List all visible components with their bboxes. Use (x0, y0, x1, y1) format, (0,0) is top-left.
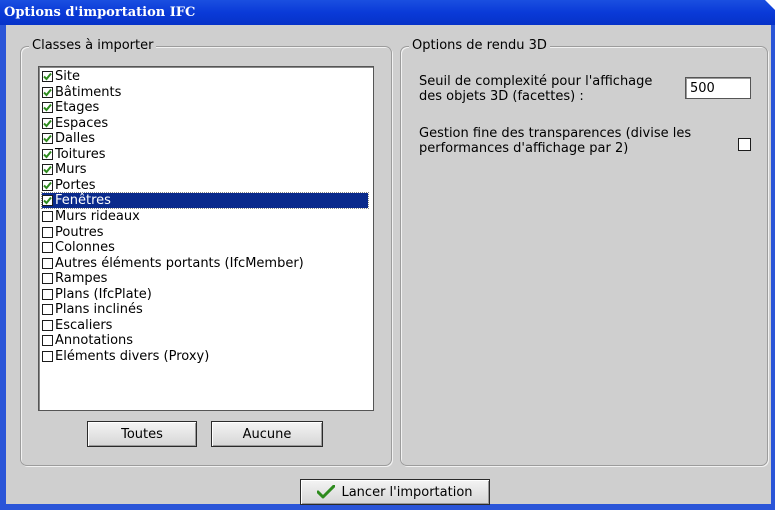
class-item-17[interactable]: Escaliers (42, 318, 368, 333)
class-item-label: Plans (IfcPlate) (55, 286, 152, 302)
class-checkbox[interactable] (42, 71, 53, 82)
checkmark-icon (43, 150, 52, 159)
checkmark-icon (43, 135, 52, 143)
select-all-label: Toutes (121, 426, 163, 442)
checkmark-icon (43, 119, 52, 128)
class-checkbox[interactable] (42, 86, 53, 98)
class-checkbox[interactable] (42, 288, 53, 300)
class-item-1[interactable]: Site (42, 69, 368, 84)
class-checkbox[interactable] (42, 226, 53, 238)
class-item-label: Rampes (55, 271, 108, 287)
class-item-label: Portes (55, 177, 96, 193)
class-item-8[interactable]: Portes (42, 178, 368, 193)
class-item-14[interactable]: Rampes (42, 271, 368, 286)
render-options-groupbox: Options de rendu 3D Seuil de complexité … (400, 38, 768, 466)
class-item-9[interactable]: Fenêtres (41, 192, 369, 210)
select-all-button[interactable]: Toutes (87, 421, 197, 447)
classes-groupbox: Classes à importer Site Bâtiments Etages Es… (20, 38, 392, 466)
checkmark-icon (317, 485, 336, 499)
class-checkbox[interactable] (42, 273, 53, 285)
class-item-label: Colonnes (55, 240, 115, 256)
class-item-6[interactable]: Toitures (42, 147, 368, 162)
transparency-checkbox[interactable] (738, 138, 751, 151)
checkmark-icon (43, 103, 52, 112)
select-none-button[interactable]: Aucune (211, 421, 323, 447)
threshold-input[interactable] (685, 77, 751, 99)
class-item-label: Murs rideaux (55, 208, 140, 224)
class-item-16[interactable]: Plans inclinés (42, 302, 368, 317)
class-checkbox[interactable] (42, 148, 53, 160)
launch-import-label: Lancer l'importation (341, 484, 473, 500)
class-checkbox[interactable] (42, 304, 53, 316)
class-item-12[interactable]: Colonnes (42, 240, 368, 255)
checkmark-icon (43, 181, 52, 190)
class-checkbox[interactable] (42, 117, 53, 129)
window-border-right (771, 25, 775, 510)
class-item-10[interactable]: Murs rideaux (42, 209, 368, 224)
class-item-2[interactable]: Bâtiments (42, 85, 368, 100)
title-corner (765, 0, 775, 10)
class-item-15[interactable]: Plans (IfcPlate) (42, 287, 368, 302)
class-checkbox[interactable] (42, 257, 53, 269)
checkmark-icon (43, 88, 52, 97)
class-item-18[interactable]: Annotations (42, 333, 368, 348)
class-checkbox[interactable] (42, 210, 53, 222)
class-checkbox[interactable] (42, 335, 53, 347)
class-item-label: Bâtiments (55, 84, 122, 100)
classes-group-title: Classes à importer (29, 38, 157, 53)
checkmark-icon (43, 197, 52, 205)
window-title: Options d'importation IFC (4, 5, 196, 20)
classes-listbox[interactable]: Site Bâtiments Etages Espaces Dalles Toitures… (38, 66, 374, 411)
class-item-label: Dalles (55, 131, 95, 147)
class-checkbox[interactable] (42, 102, 53, 114)
class-item-label: Autres éléments portants (IfcMember) (55, 255, 304, 271)
class-item-label: Fenêtres (55, 193, 113, 209)
class-item-label: Toitures (55, 146, 106, 162)
class-item-3[interactable]: Etages (42, 100, 368, 115)
class-item-13[interactable]: Autres éléments portants (IfcMember) (42, 256, 368, 271)
render-group-title: Options de rendu 3D (409, 38, 550, 53)
class-checkbox[interactable] (42, 195, 53, 207)
class-item-4[interactable]: Espaces (42, 116, 368, 131)
import-dialog: Options d'importation IFC Classes à impo… (0, 0, 775, 510)
class-item-7[interactable]: Murs (42, 162, 368, 177)
transparency-label: Gestion fine des transparences (divise l… (419, 126, 692, 156)
class-item-label: Poutres (55, 224, 104, 240)
class-item-label: Murs (55, 162, 87, 178)
class-item-19[interactable]: Eléments divers (Proxy) (42, 349, 368, 364)
class-item-label: Site (55, 69, 80, 84)
class-item-label: Plans inclinés (55, 302, 143, 318)
class-checkbox[interactable] (42, 133, 53, 145)
class-item-label: Etages (55, 100, 100, 116)
launch-import-button[interactable]: Lancer l'importation (300, 479, 490, 505)
class-item-label: Annotations (55, 333, 134, 349)
class-item-label: Escaliers (55, 317, 113, 333)
class-item-label: Espaces (55, 115, 109, 131)
checkmark-icon (43, 72, 52, 81)
class-checkbox[interactable] (42, 350, 53, 362)
select-none-label: Aucune (242, 426, 292, 442)
checkmark-icon (43, 166, 52, 174)
class-checkbox[interactable] (42, 179, 53, 191)
class-item-label: Eléments divers (Proxy) (55, 348, 210, 364)
class-checkbox[interactable] (42, 242, 53, 254)
class-item-5[interactable]: Dalles (42, 131, 368, 146)
class-item-11[interactable]: Poutres (42, 225, 368, 240)
class-checkbox[interactable] (42, 164, 53, 176)
window-border-left (0, 25, 6, 510)
class-checkbox[interactable] (42, 319, 53, 331)
threshold-label: Seuil de complexité pour l'affichage des… (419, 74, 653, 104)
title-bar[interactable]: Options d'importation IFC (0, 0, 775, 25)
